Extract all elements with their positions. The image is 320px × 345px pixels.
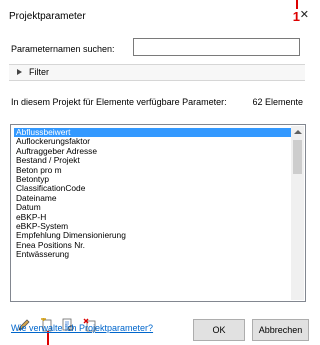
parameter-list-item[interactable]: Datum (14, 202, 292, 212)
element-count: 62 Elemente (252, 97, 303, 107)
parameter-search-input[interactable] (133, 38, 300, 56)
ok-button[interactable]: OK (193, 319, 245, 341)
parameter-list: Abflussbeiwert Auflockerungsfaktor Auftrag… (14, 127, 292, 259)
annotation-line-top (296, 0, 298, 9)
filter-expander[interactable] (9, 64, 305, 81)
annotation-line-bottom (47, 331, 49, 345)
dialog-title: Projektparameter (9, 11, 86, 22)
parameter-list-item[interactable]: Beton pro m (14, 165, 292, 175)
expand-arrow-icon[interactable] (17, 69, 22, 75)
close-icon[interactable]: ✕ (300, 10, 309, 21)
help-link[interactable]: Wie verwalte ich Projektparameter? (11, 323, 153, 333)
filter-label[interactable]: Filter (29, 67, 49, 77)
scroll-thumb[interactable] (293, 140, 302, 174)
cancel-button[interactable]: Abbrechen (252, 319, 309, 341)
parameter-listbox[interactable]: Abflussbeiwert Auflockerungsfaktor Auftrag… (10, 124, 306, 302)
parameter-list-item[interactable]: Dateiname (14, 193, 292, 203)
scroll-up-icon[interactable] (294, 130, 302, 134)
vertical-scrollbar[interactable] (291, 126, 304, 300)
available-parameters-label: In diesem Projekt für Elemente verfügbar… (11, 97, 227, 107)
search-label: Parameternamen suchen: (11, 44, 115, 54)
parameter-list-item[interactable]: Entwässerung (14, 249, 292, 259)
